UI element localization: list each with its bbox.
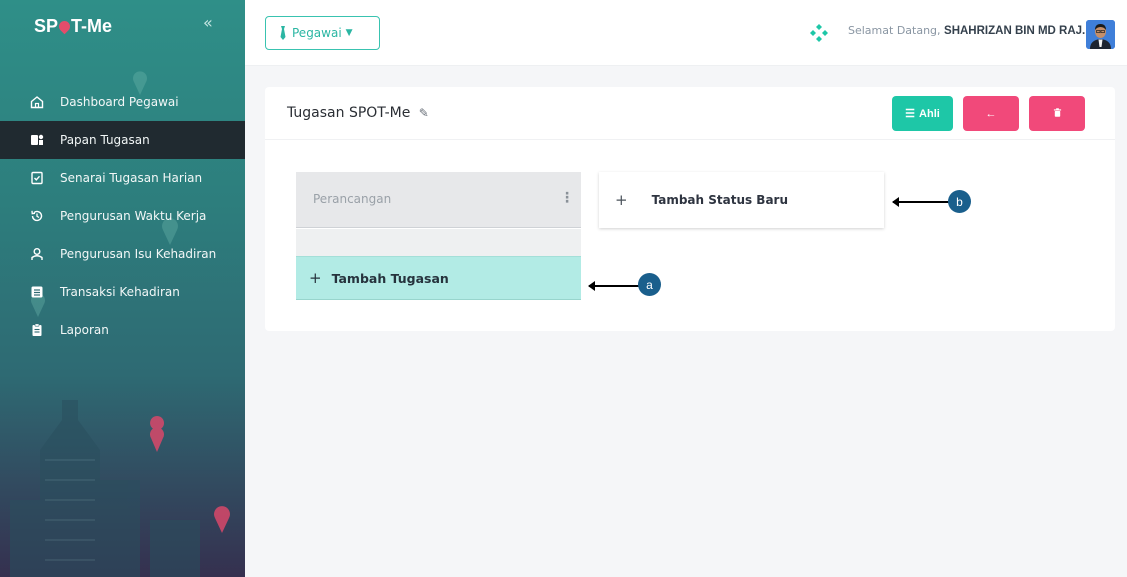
board-icon [30,133,44,147]
role-dropdown[interactable]: Pegawai ▼ [265,16,380,50]
board-title: Tugasan SPOT-Me [287,105,411,121]
sidebar-item-dashboard-pegawai[interactable]: Dashboard Pegawai [0,83,245,121]
sidebar-item-label: Laporan [60,323,109,337]
avatar[interactable] [1086,20,1115,49]
report-icon [30,323,44,337]
members-button[interactable]: ☰ Ahli [892,96,953,131]
home-icon [30,95,44,109]
annotation-marker-b: b [948,190,971,213]
sidebar-item-label: Pengurusan Isu Kehadiran [60,247,217,261]
more-vertical-icon[interactable]: ⋮ [560,190,574,206]
sidebar-item-pengurusan-isu-kehadiran[interactable]: Pengurusan Isu Kehadiran [0,235,245,273]
sidebar-item-label: Senarai Tugasan Harian [60,171,203,185]
add-task-button[interactable]: + Tambah Tugasan [296,256,581,300]
trash-icon [1053,107,1062,120]
sidebar-item-label: Dashboard Pegawai [60,95,179,109]
card-header: Tugasan SPOT-Me ✎ ☰ Ahli ← [265,87,1115,140]
brand-text-suffix: T-Me [71,15,113,36]
plus-icon: + [309,269,322,287]
column-title[interactable]: Perancangan [313,192,391,206]
arrow-left-icon: ← [985,107,997,120]
list-icon [30,285,44,299]
app-logo[interactable]: SP T-Me [34,12,112,40]
app-root: SP T-Me « Dashboard Pegawai Papan Tugasa… [0,0,1127,577]
sidebar-nav: Dashboard Pegawai Papan Tugasan Senarai … [0,83,245,349]
column-body [296,229,581,256]
column-header: Perancangan ⋮ [296,172,581,228]
top-bar: Pegawai ▼ Selamat Datang, SHAHRIZAN BIN … [245,0,1127,66]
add-status-button[interactable]: + Tambah Status Baru [599,172,884,228]
welcome-label: Selamat Datang, [848,24,941,37]
list-icon: ☰ [905,108,916,120]
members-button-label: Ahli [919,107,940,120]
sidebar-item-senarai-tugasan-harian[interactable]: Senarai Tugasan Harian [0,159,245,197]
sidebar-item-laporan[interactable]: Laporan [0,311,245,349]
sidebar: SP T-Me « Dashboard Pegawai Papan Tugasa… [0,0,245,577]
sidebar-item-transaksi-kehadiran[interactable]: Transaksi Kehadiran [0,273,245,311]
page-title: Tugasan SPOT-Me ✎ [287,105,429,121]
plus-icon: + [615,191,628,209]
sidebar-item-papan-tugasan[interactable]: Papan Tugasan [0,121,245,159]
chevron-down-icon: ▼ [345,28,353,38]
checklist-icon [30,171,44,185]
user-icon [30,247,44,261]
brand-text-prefix: SP [34,15,59,36]
role-dropdown-label: Pegawai [292,26,342,40]
add-task-label: Tambah Tugasan [331,270,449,286]
sidebar-item-label: Pengurusan Waktu Kerja [60,209,207,223]
sidebar-item-label: Papan Tugasan [60,133,150,147]
location-pin-icon [56,18,73,34]
delete-button[interactable] [1029,96,1085,131]
history-icon [30,209,44,223]
annotation-arrow-b [892,197,949,207]
app-grid-icon[interactable] [810,24,828,42]
annotation-arrow-a [588,281,639,291]
annotation-marker-a: a [638,273,661,296]
kanban-column: Perancangan ⋮ + Tambah Tugasan [296,172,581,300]
back-button[interactable]: ← [963,96,1019,131]
welcome-message: Selamat Datang, SHAHRIZAN BIN MD RAJ... [848,24,1092,37]
add-status-label: Tambah Status Baru [651,193,789,207]
edit-pencil-icon[interactable]: ✎ [419,106,429,120]
sidebar-item-pengurusan-waktu-kerja[interactable]: Pengurusan Waktu Kerja [0,197,245,235]
collapse-sidebar-icon[interactable]: « [203,13,213,32]
necktie-icon [280,26,286,40]
user-name[interactable]: SHAHRIZAN BIN MD RAJ... [944,25,1092,37]
sidebar-item-label: Transaksi Kehadiran [60,285,180,299]
